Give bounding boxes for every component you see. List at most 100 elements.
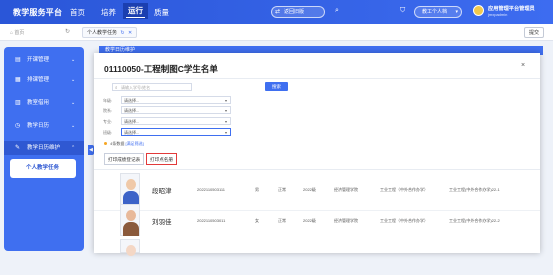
student-id: 2022110503011 (197, 218, 226, 223)
search-placeholder: 请输入学号/姓名 (121, 85, 151, 90)
chevron-down-icon: ▾ (224, 119, 227, 124)
sidebar-item-course-management[interactable]: ▤ 开课管理 ⌄ (4, 53, 84, 67)
print-grade-sheet-button[interactable]: 打印成绩登记表 (104, 153, 145, 165)
major-select-value: 请选择... (124, 119, 140, 124)
chevron-down-icon: ⌄ (71, 100, 76, 106)
sidebar-subitem-personal-task[interactable]: 个人教学任务 (10, 159, 76, 178)
grade-select-value: 请选择... (124, 98, 140, 103)
student-gender: 男 (255, 187, 259, 192)
filter-label-major: 专业: (103, 119, 113, 124)
personal-center-label: 教工个人档 (422, 9, 448, 15)
sidebar-item-teaching-calendar[interactable]: ◷ 教学日历 ⌄ (4, 119, 84, 133)
book-icon: ▤ (15, 57, 21, 63)
sidebar-item-scheduling[interactable]: ▦ 排课管理 ⌄ (4, 73, 84, 87)
photo-head (126, 245, 136, 256)
student-id: 2022110503111 (197, 187, 226, 192)
clock-icon: ◷ (15, 123, 21, 129)
switch-label: 返回旧版 (284, 9, 305, 15)
major-select[interactable]: 请选择... ▾ (121, 117, 231, 125)
print-roll-call-button[interactable]: 打印点名册 (146, 153, 177, 165)
switch-old-version-button[interactable]: ⇄ 返回旧版 (271, 6, 325, 18)
student-major: 工业工程（中外合作办学） (380, 187, 428, 192)
sidebar-item-label: 教学日历 (27, 123, 50, 129)
home-icon: ⌂ (10, 30, 14, 36)
photo-body (123, 222, 139, 236)
top-navigation-bar: 教学服务平台 首页 培养 运行 质量 ⇄ 返回旧版 ⌕ ⛉ 教工个人档 ▾ 应用… (0, 0, 553, 24)
search-icon: ⌕ (115, 85, 118, 90)
student-photo (120, 239, 140, 256)
filter-label-grade: 年级: (103, 98, 113, 103)
student-gender: 女 (255, 218, 259, 223)
student-name: 段昭津 (152, 188, 172, 195)
tabs-bar: ⌂ 首页 ↻ 个人教学任务 ↻ ✕ 提交 (0, 24, 553, 41)
edit-icon: ✎ (15, 145, 21, 151)
search-icon[interactable]: ⌕ (335, 7, 339, 15)
filter-label-class: 班级: (103, 130, 113, 135)
tab-personal-teaching-task[interactable]: 个人教学任务 ↻ ✕ (82, 27, 138, 38)
sidebar-item-label: 开课管理 (27, 57, 50, 63)
chevron-down-icon: ▾ (455, 9, 458, 15)
search-input[interactable]: ⌕ 请输入学号/姓名 (112, 83, 192, 91)
result-filter-link[interactable]: [满足筛选] (125, 141, 143, 146)
photo-head (126, 210, 136, 221)
divider (94, 78, 540, 79)
student-major: 工业工程（中外合作办学） (380, 218, 428, 223)
student-name: 刘羽佳 (152, 219, 172, 226)
home-label: 首页 (14, 30, 25, 36)
calendar-icon: ▦ (15, 77, 21, 83)
filter-label-department: 院系: (103, 108, 113, 113)
user-name[interactable]: 应用管理平台管理员 (488, 5, 535, 12)
user-account: jmxpadmin (488, 12, 508, 17)
shield-icon[interactable]: ⛉ (400, 7, 405, 15)
result-count-text: 4条数据 (110, 141, 125, 146)
student-photo (120, 204, 140, 236)
table-row (94, 236, 540, 275)
student-class: 工业工程(中外合作办学)22-2 (449, 218, 500, 223)
home-breadcrumb[interactable]: ⌂ 首页 (10, 29, 24, 36)
class-select-value: 请选择... (124, 130, 140, 135)
submit-button[interactable]: 提交 (524, 27, 544, 38)
chevron-down-icon: ⌄ (71, 123, 76, 129)
building-icon: ▥ (15, 100, 21, 106)
grade-select[interactable]: 请选择... ▾ (121, 96, 231, 104)
close-icon[interactable]: ✕ (128, 30, 132, 36)
sidebar-item-label: 教学日历维护 (27, 145, 61, 151)
sidebar-item-calendar-maintenance[interactable]: ✎ 教学日历维护 ⌃ (4, 141, 84, 155)
sidebar-item-classroom-borrow[interactable]: ▥ 教室借用 ⌄ (4, 96, 84, 110)
table-row: 刘羽佳 2022110503011 女 正常 2022级 经济管理学院 工业工程… (94, 201, 540, 240)
chevron-down-icon: ▾ (224, 130, 227, 135)
nav-operation[interactable]: 运行 (123, 3, 148, 19)
chevron-down-icon: ⌄ (71, 77, 76, 83)
sidebar-item-label: 排课管理 (27, 77, 50, 83)
nav-quality[interactable]: 质量 (154, 7, 169, 18)
class-select[interactable]: 请选择... ▾ (121, 128, 231, 136)
student-grade: 2022级 (303, 218, 316, 223)
close-icon[interactable]: × (521, 62, 525, 69)
brand-title: 教学服务平台 (13, 8, 63, 17)
chevron-down-icon: ▾ (224, 108, 227, 113)
student-college: 经济管理学院 (334, 218, 358, 223)
sidebar-item-label: 教室借用 (27, 100, 50, 106)
switch-icon: ⇄ (275, 9, 281, 15)
nav-training[interactable]: 培养 (101, 7, 116, 18)
department-select-value: 请选择... (124, 108, 140, 113)
status-dot (104, 142, 107, 145)
chevron-up-icon: ⌃ (71, 145, 76, 151)
search-button[interactable]: 搜索 (265, 82, 288, 91)
student-status: 正常 (278, 218, 286, 223)
personal-center-dropdown[interactable]: 教工个人档 ▾ (414, 6, 462, 18)
sidebar: ▤ 开课管理 ⌄ ▦ 排课管理 ⌄ ▥ 教室借用 ⌄ ◷ 教学日历 ⌄ ✎ 教学… (4, 47, 84, 251)
reload-icon[interactable]: ↻ (120, 30, 124, 36)
avatar[interactable] (473, 5, 484, 16)
result-count: 4条数据 [满足筛选] (104, 141, 144, 147)
department-select[interactable]: 请选择... ▾ (121, 106, 231, 114)
modal-title: 01110050-工程制图C学生名单 (104, 64, 218, 74)
chevron-down-icon: ▾ (224, 98, 227, 103)
student-class: 工业工程(中外合作办学)22-1 (449, 187, 500, 192)
nav-home[interactable]: 首页 (70, 7, 85, 18)
student-college: 经济管理学院 (334, 187, 358, 192)
chevron-down-icon: ⌄ (71, 57, 76, 63)
student-status: 正常 (278, 187, 286, 192)
student-grade: 2022级 (303, 187, 316, 192)
refresh-icon[interactable]: ↻ (65, 28, 70, 35)
